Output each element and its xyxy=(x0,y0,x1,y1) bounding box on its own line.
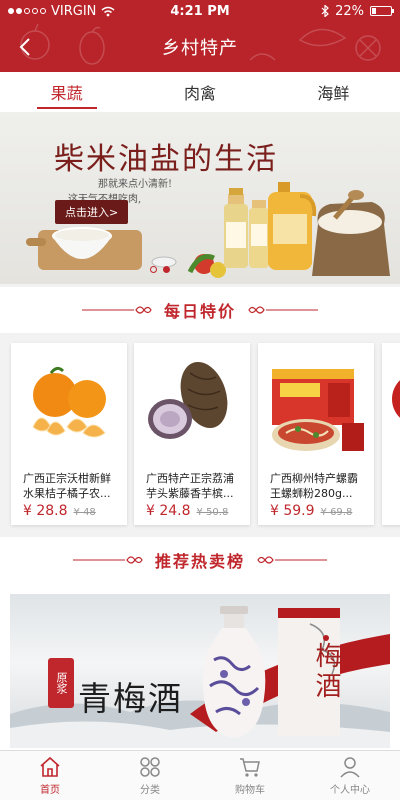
product-name: 广西正宗沃柑新鲜水果桔子橘子农... xyxy=(23,472,111,500)
status-bar: VIRGIN 4:21 PM 22% xyxy=(0,0,400,22)
product-card[interactable]: 广西柳州特产螺霸王螺蛳粉280g... ¥ 59.9 ¥ 69.8 xyxy=(258,343,374,525)
battery-icon xyxy=(370,6,394,16)
snail-noodle-package-image xyxy=(272,369,364,451)
liquor-name: 青梅酒 xyxy=(78,679,183,718)
status-time: 4:21 PM xyxy=(170,3,230,19)
profile-icon xyxy=(340,757,360,778)
original-price: ¥ 50.8 xyxy=(196,507,229,518)
tabbar-profile[interactable]: 个人中心 xyxy=(300,751,400,800)
bluetooth-icon xyxy=(321,5,329,17)
original-price: ¥ 48 xyxy=(73,507,96,518)
original-price: ¥ 69.8 xyxy=(320,507,353,518)
ornament-right-icon xyxy=(257,556,327,564)
tabbar-home-label: 首页 xyxy=(40,785,60,796)
cart-icon xyxy=(240,758,260,777)
daily-deals-header: 每日特价 xyxy=(0,287,400,333)
carousel-dot[interactable] xyxy=(150,266,157,273)
tabbar-category-label: 分类 xyxy=(140,785,160,796)
product-name: 广西特产正宗荔浦芋头紫藤香芋槟... xyxy=(146,472,234,500)
current-price: ¥ 59.9 xyxy=(270,503,315,519)
apple-image xyxy=(392,380,400,418)
carousel-dot-active[interactable] xyxy=(163,266,170,273)
tab-meat-poultry[interactable]: 肉禽 xyxy=(133,72,266,112)
box-label: 梅酒 xyxy=(311,642,341,702)
battery-percent: 22% xyxy=(335,3,364,19)
header: VIRGIN 4:21 PM 22% 乡村特产 xyxy=(0,0,400,72)
product-card[interactable]: 广西正宗沃柑新鲜水果桔子橘子农... ¥ 28.8 ¥ 48 xyxy=(11,343,127,525)
ornament-right-icon xyxy=(248,306,318,314)
tabbar-cart[interactable]: 购物车 xyxy=(200,751,300,800)
category-tabs: 果蔬 肉禽 海鲜 xyxy=(0,72,400,112)
tab-seafood[interactable]: 海鲜 xyxy=(267,72,400,112)
daily-deals-list: 广西正宗沃柑新鲜水果桔子橘子农... ¥ 28.8 ¥ 48 广西特产正宗荔浦芋头… xyxy=(0,333,400,533)
chevron-left-icon xyxy=(19,38,30,56)
mandarin-oranges-image xyxy=(32,366,106,438)
product-card[interactable]: 广西特产正宗荔浦芋头紫藤香芋槟... ¥ 24.8 ¥ 50.8 xyxy=(134,343,250,525)
product-price: ¥ 59.9 ¥ 69.8 xyxy=(270,503,352,519)
nav-bar: 乡村特产 xyxy=(0,22,400,72)
wifi-icon xyxy=(101,6,115,16)
banner-title: 柴米油盐的生活 xyxy=(54,142,278,177)
tab-fruit-veg[interactable]: 果蔬 xyxy=(0,72,133,112)
tabbar-home[interactable]: 首页 xyxy=(0,751,100,800)
category-icon xyxy=(140,757,160,777)
banner-subtitle-line1: 那就来点小清新! xyxy=(98,179,173,190)
enter-button[interactable]: 点击进入> xyxy=(55,200,129,224)
app-screen: VIRGIN 4:21 PM 22% 乡村特产 果蔬 肉禽 海鲜 柴米油盐的生活… xyxy=(0,0,400,800)
hot-list-title: 推荐热卖榜 xyxy=(154,552,245,571)
taro-image xyxy=(148,361,228,439)
current-price: ¥ 24.8 xyxy=(146,503,191,519)
tabbar-cart-label: 购物车 xyxy=(235,785,265,796)
product-price: ¥ 24.8 ¥ 50.8 xyxy=(146,503,228,519)
promo-banner[interactable]: 柴米油盐的生活 那就来点小清新! 这天气不想吃肉, 点击进入> xyxy=(0,112,400,284)
carousel-indicator xyxy=(150,266,170,273)
bottom-tab-bar: 首页 分类 购物车 个人中心 xyxy=(0,750,400,800)
hot-product-banner[interactable]: 原浆 青梅酒 梅酒 xyxy=(10,594,390,748)
daily-deals-title: 每日特价 xyxy=(163,302,236,321)
ornament-left-icon xyxy=(81,306,152,314)
liquor-seal: 原浆 xyxy=(48,658,74,708)
product-card-partial[interactable] xyxy=(382,343,400,525)
signal-strength-icon xyxy=(8,8,46,14)
tabbar-category[interactable]: 分类 xyxy=(100,751,200,800)
hot-list-header: 推荐热卖榜 xyxy=(0,537,400,583)
back-button[interactable] xyxy=(12,34,38,60)
current-price: ¥ 28.8 xyxy=(23,503,68,519)
tabbar-profile-label: 个人中心 xyxy=(330,785,370,796)
ornament-left-icon xyxy=(72,556,143,564)
product-name: 广西柳州特产螺霸王螺蛳粉280g... xyxy=(270,472,358,500)
product-price: ¥ 28.8 ¥ 48 xyxy=(23,503,96,519)
page-title: 乡村特产 xyxy=(162,38,238,59)
home-icon xyxy=(40,756,60,777)
carrier-name: VIRGIN xyxy=(51,3,97,19)
